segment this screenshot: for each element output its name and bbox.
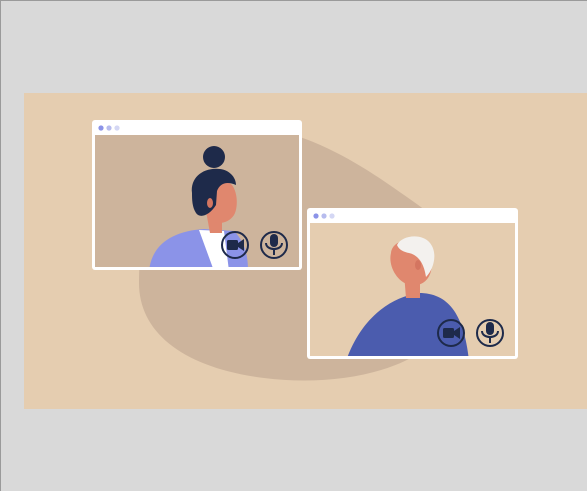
illustration-svg xyxy=(92,120,518,381)
window-dot xyxy=(329,213,335,219)
window-dot xyxy=(106,125,112,131)
right-call-window xyxy=(307,208,518,359)
window-dot xyxy=(321,213,327,219)
window-dot xyxy=(98,125,104,131)
left-call-window xyxy=(92,120,302,270)
page-background xyxy=(0,0,587,491)
window-dot xyxy=(313,213,319,219)
window-dot xyxy=(114,125,120,131)
video-call-illustration xyxy=(24,93,587,409)
